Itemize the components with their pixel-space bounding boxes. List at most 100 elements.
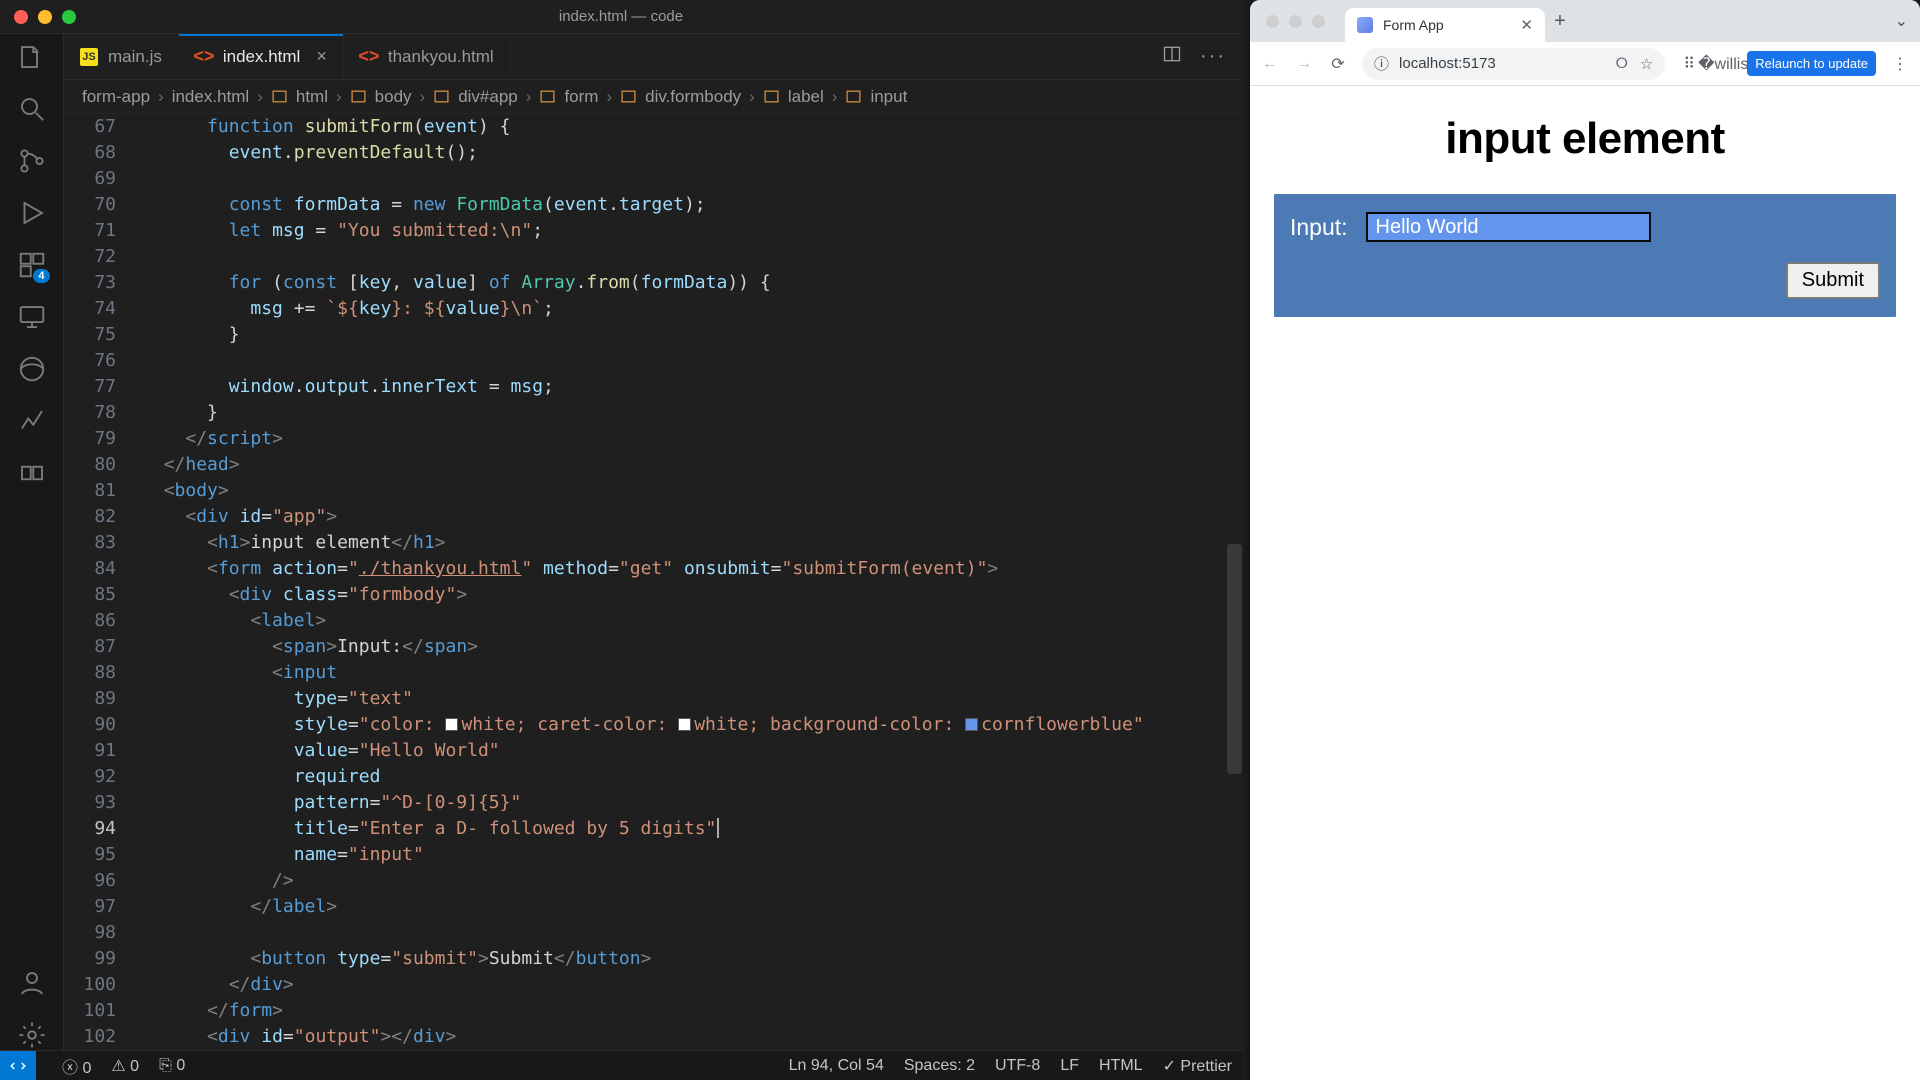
line-content[interactable]: title="Enter a D- followed by 5 digits" — [142, 816, 1242, 842]
code-line[interactable]: 91 value="Hello World" — [64, 738, 1242, 764]
remote-indicator[interactable] — [0, 1051, 36, 1080]
code-line[interactable]: 78 } — [64, 400, 1242, 426]
account-icon[interactable] — [17, 968, 47, 998]
status-cursor[interactable]: Ln 94, Col 54 — [789, 1057, 884, 1075]
status-warnings[interactable]: ⚠ 0 — [111, 1056, 139, 1076]
extensions-menu-icon[interactable]: ⠿ — [1679, 54, 1699, 74]
line-content[interactable]: value="Hello World" — [142, 738, 1242, 764]
line-content[interactable]: msg += `${key}: ${value}\n`; — [142, 296, 1242, 322]
containers-icon[interactable] — [17, 458, 47, 488]
search-icon[interactable] — [17, 94, 47, 124]
explorer-icon[interactable] — [17, 42, 47, 72]
browser-zoom-button[interactable] — [1312, 15, 1325, 28]
line-content[interactable]: pattern="^D-[0-9]{5}" — [142, 790, 1242, 816]
line-content[interactable] — [142, 920, 1242, 946]
zoom-icon[interactable]: ⭘ — [1616, 55, 1628, 72]
run-debug-icon[interactable] — [17, 198, 47, 228]
line-content[interactable] — [142, 244, 1242, 270]
edge-icon[interactable] — [17, 354, 47, 384]
more-actions-icon[interactable]: ··· — [1200, 45, 1226, 68]
code-line[interactable]: 102 <div id="output"></div> — [64, 1024, 1242, 1050]
line-content[interactable]: } — [142, 322, 1242, 348]
line-content[interactable]: <div class="formbody"> — [142, 582, 1242, 608]
code-line[interactable]: 89 type="text" — [64, 686, 1242, 712]
breadcrumb-item[interactable]: form — [564, 87, 598, 107]
back-button[interactable]: ← — [1260, 54, 1280, 74]
browser-minimize-button[interactable] — [1289, 15, 1302, 28]
settings-gear-icon[interactable] — [17, 1020, 47, 1050]
line-content[interactable]: <span>Input:</span> — [142, 634, 1242, 660]
line-content[interactable]: </form> — [142, 998, 1242, 1024]
code-line[interactable]: 72 — [64, 244, 1242, 270]
scrollbar-thumb[interactable] — [1227, 544, 1242, 774]
breadcrumb-item[interactable]: form-app — [82, 87, 150, 107]
code-line[interactable]: 90 style="color: white; caret-color: whi… — [64, 712, 1242, 738]
breadcrumb-item[interactable]: div#app — [458, 87, 518, 107]
code-line[interactable]: 88 <input — [64, 660, 1242, 686]
profile-icon[interactable]: �willis — [1713, 54, 1733, 74]
status-eol[interactable]: LF — [1060, 1057, 1079, 1075]
code-line[interactable]: 74 msg += `${key}: ${value}\n`; — [64, 296, 1242, 322]
code-line[interactable]: 94 title="Enter a D- followed by 5 digit… — [64, 816, 1242, 842]
line-content[interactable]: </script> — [142, 426, 1242, 452]
line-content[interactable]: <label> — [142, 608, 1242, 634]
close-tab-icon[interactable]: ✕ — [1520, 16, 1533, 34]
code-line[interactable]: 71 let msg = "You submitted:\n"; — [64, 218, 1242, 244]
address-bar[interactable]: ⓘ localhost:5173 ⭘ ☆ — [1362, 48, 1665, 80]
line-content[interactable]: const formData = new FormData(event.targ… — [142, 192, 1242, 218]
graph-icon[interactable] — [17, 406, 47, 436]
line-content[interactable]: <h1>input element</h1> — [142, 530, 1242, 556]
line-content[interactable]: } — [142, 400, 1242, 426]
code-editor[interactable]: 67 function submitForm(event) {68 event.… — [64, 114, 1242, 1050]
breadcrumb-item[interactable]: html — [296, 87, 328, 107]
line-content[interactable]: window.output.innerText = msg; — [142, 374, 1242, 400]
code-line[interactable]: 68 event.preventDefault(); — [64, 140, 1242, 166]
code-line[interactable]: 96 /> — [64, 868, 1242, 894]
breadcrumb-item[interactable]: input — [870, 87, 907, 107]
code-line[interactable]: 73 for (const [key, value] of Array.from… — [64, 270, 1242, 296]
code-line[interactable]: 97 </label> — [64, 894, 1242, 920]
status-spaces[interactable]: Spaces: 2 — [904, 1057, 975, 1075]
code-line[interactable]: 69 — [64, 166, 1242, 192]
line-content[interactable]: </div> — [142, 972, 1242, 998]
close-window-button[interactable] — [14, 10, 28, 24]
line-content[interactable]: let msg = "You submitted:\n"; — [142, 218, 1242, 244]
line-content[interactable]: function submitForm(event) { — [142, 114, 1242, 140]
code-line[interactable]: 87 <span>Input:</span> — [64, 634, 1242, 660]
editor-tab[interactable]: <>thankyou.html — [344, 34, 511, 79]
status-formatter[interactable]: ✓ Prettier — [1163, 1056, 1232, 1076]
status-language[interactable]: HTML — [1099, 1057, 1143, 1075]
code-line[interactable]: 84 <form action="./thankyou.html" method… — [64, 556, 1242, 582]
line-content[interactable] — [142, 348, 1242, 374]
line-content[interactable]: for (const [key, value] of Array.from(fo… — [142, 270, 1242, 296]
bookmark-icon[interactable]: ☆ — [1640, 55, 1653, 73]
breadcrumb-item[interactable]: body — [375, 87, 412, 107]
line-content[interactable]: <form action="./thankyou.html" method="g… — [142, 556, 1242, 582]
line-content[interactable] — [142, 166, 1242, 192]
minimize-window-button[interactable] — [38, 10, 52, 24]
code-line[interactable]: 86 <label> — [64, 608, 1242, 634]
line-content[interactable]: style="color: white; caret-color: white;… — [142, 712, 1242, 738]
editor-tab[interactable]: JSmain.js — [64, 34, 179, 79]
line-content[interactable]: type="text" — [142, 686, 1242, 712]
browser-menu-icon[interactable]: ⋮ — [1890, 54, 1910, 74]
line-content[interactable]: <div id="app"> — [142, 504, 1242, 530]
code-line[interactable]: 77 window.output.innerText = msg; — [64, 374, 1242, 400]
code-line[interactable]: 99 <button type="submit">Submit</button> — [64, 946, 1242, 972]
remote-explorer-icon[interactable] — [17, 302, 47, 332]
code-line[interactable]: 76 — [64, 348, 1242, 374]
line-content[interactable]: <input — [142, 660, 1242, 686]
new-tab-button[interactable]: + — [1545, 10, 1575, 33]
line-content[interactable]: </head> — [142, 452, 1242, 478]
zoom-window-button[interactable] — [62, 10, 76, 24]
breadcrumb-item[interactable]: div.formbody — [645, 87, 741, 107]
browser-close-button[interactable] — [1266, 15, 1279, 28]
status-errors[interactable]: ⓧ 0 — [62, 1054, 91, 1078]
line-content[interactable]: <body> — [142, 478, 1242, 504]
forward-button[interactable]: → — [1294, 54, 1314, 74]
browser-tab[interactable]: Form App ✕ — [1345, 8, 1545, 42]
line-content[interactable]: /> — [142, 868, 1242, 894]
code-line[interactable]: 83 <h1>input element</h1> — [64, 530, 1242, 556]
code-line[interactable]: 85 <div class="formbody"> — [64, 582, 1242, 608]
code-line[interactable]: 75 } — [64, 322, 1242, 348]
